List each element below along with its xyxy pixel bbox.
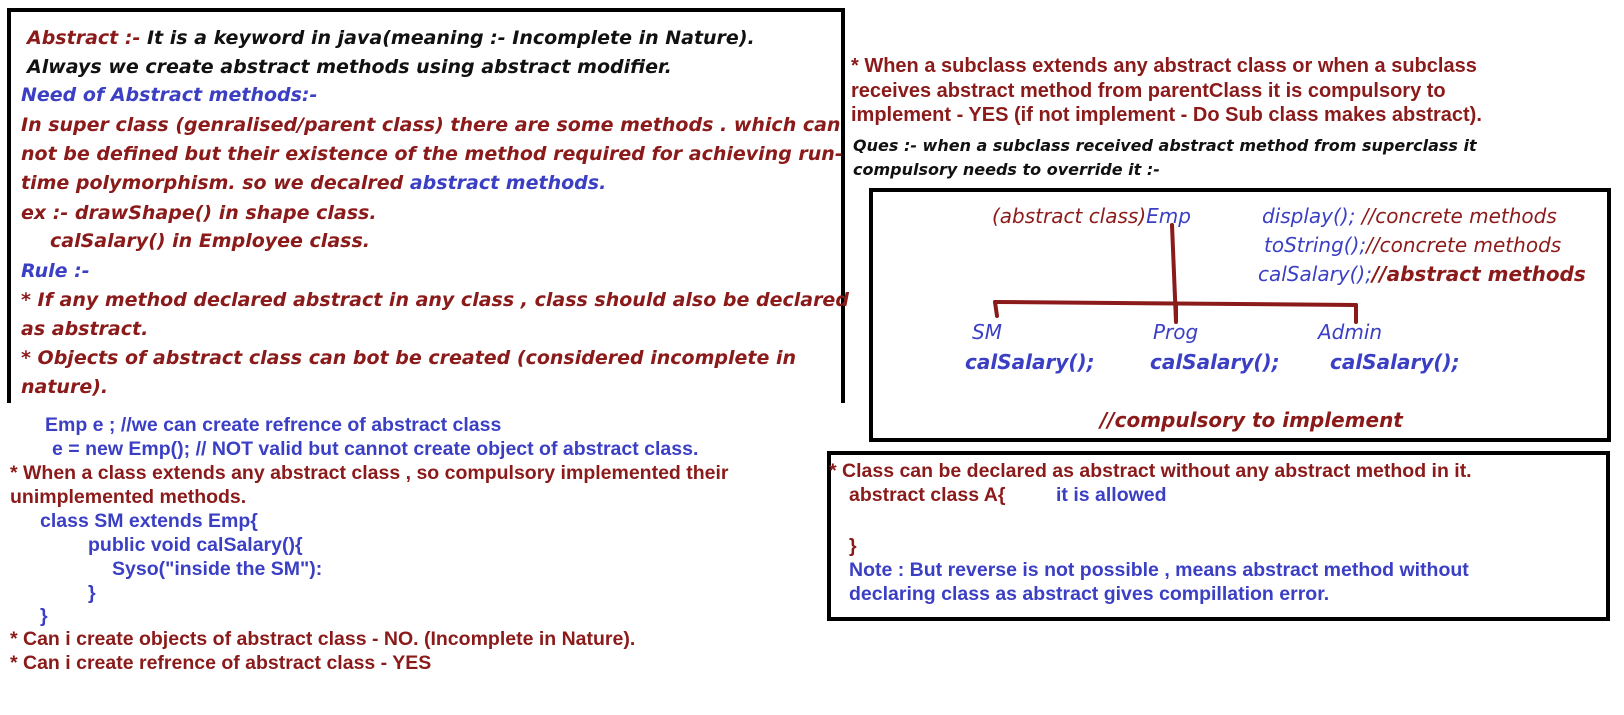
child-prog: Prog (1153, 320, 1199, 344)
parent-emp: Emp (1146, 204, 1191, 228)
parent-abstract-tag: (abstract class) (992, 204, 1147, 228)
method-display: display(); //concrete methods (1262, 204, 1557, 228)
note-line-5: declaring class as abstract gives compil… (849, 583, 1330, 605)
note-line-1: * Class can be declared as abstract with… (829, 460, 1472, 482)
method-tostring-name: toString(); (1264, 233, 1367, 257)
child-sm-method: calSalary(); (965, 350, 1095, 374)
note-line-2: abstract class A{ (849, 484, 1006, 506)
method-tostring-comment: //concrete methods (1366, 233, 1562, 257)
parent-class-label: (abstract class)Emp (992, 204, 1191, 228)
note-line-4: Note : But reverse is not possible , mea… (849, 559, 1469, 581)
child-admin: Admin (1318, 320, 1383, 344)
note-line-3: } (849, 535, 857, 557)
child-admin-method: calSalary(); (1330, 350, 1460, 374)
child-prog-method: calSalary(); (1150, 350, 1280, 374)
method-calsalary-comment: //abstract methods (1371, 262, 1586, 286)
method-tostring: toString();//concrete methods (1264, 233, 1561, 257)
child-sm: SM (972, 320, 1002, 344)
method-calsalary-name: calSalary(); (1258, 262, 1372, 286)
note-allowed: it is allowed (1056, 484, 1167, 506)
method-calsalary: calSalary();//abstract methods (1258, 262, 1586, 286)
left-branch-drop (993, 300, 999, 318)
method-display-comment: //concrete methods (1355, 204, 1557, 228)
method-display-name: display(); (1262, 204, 1356, 228)
diagram-footer: //compulsory to implement (1100, 408, 1403, 432)
